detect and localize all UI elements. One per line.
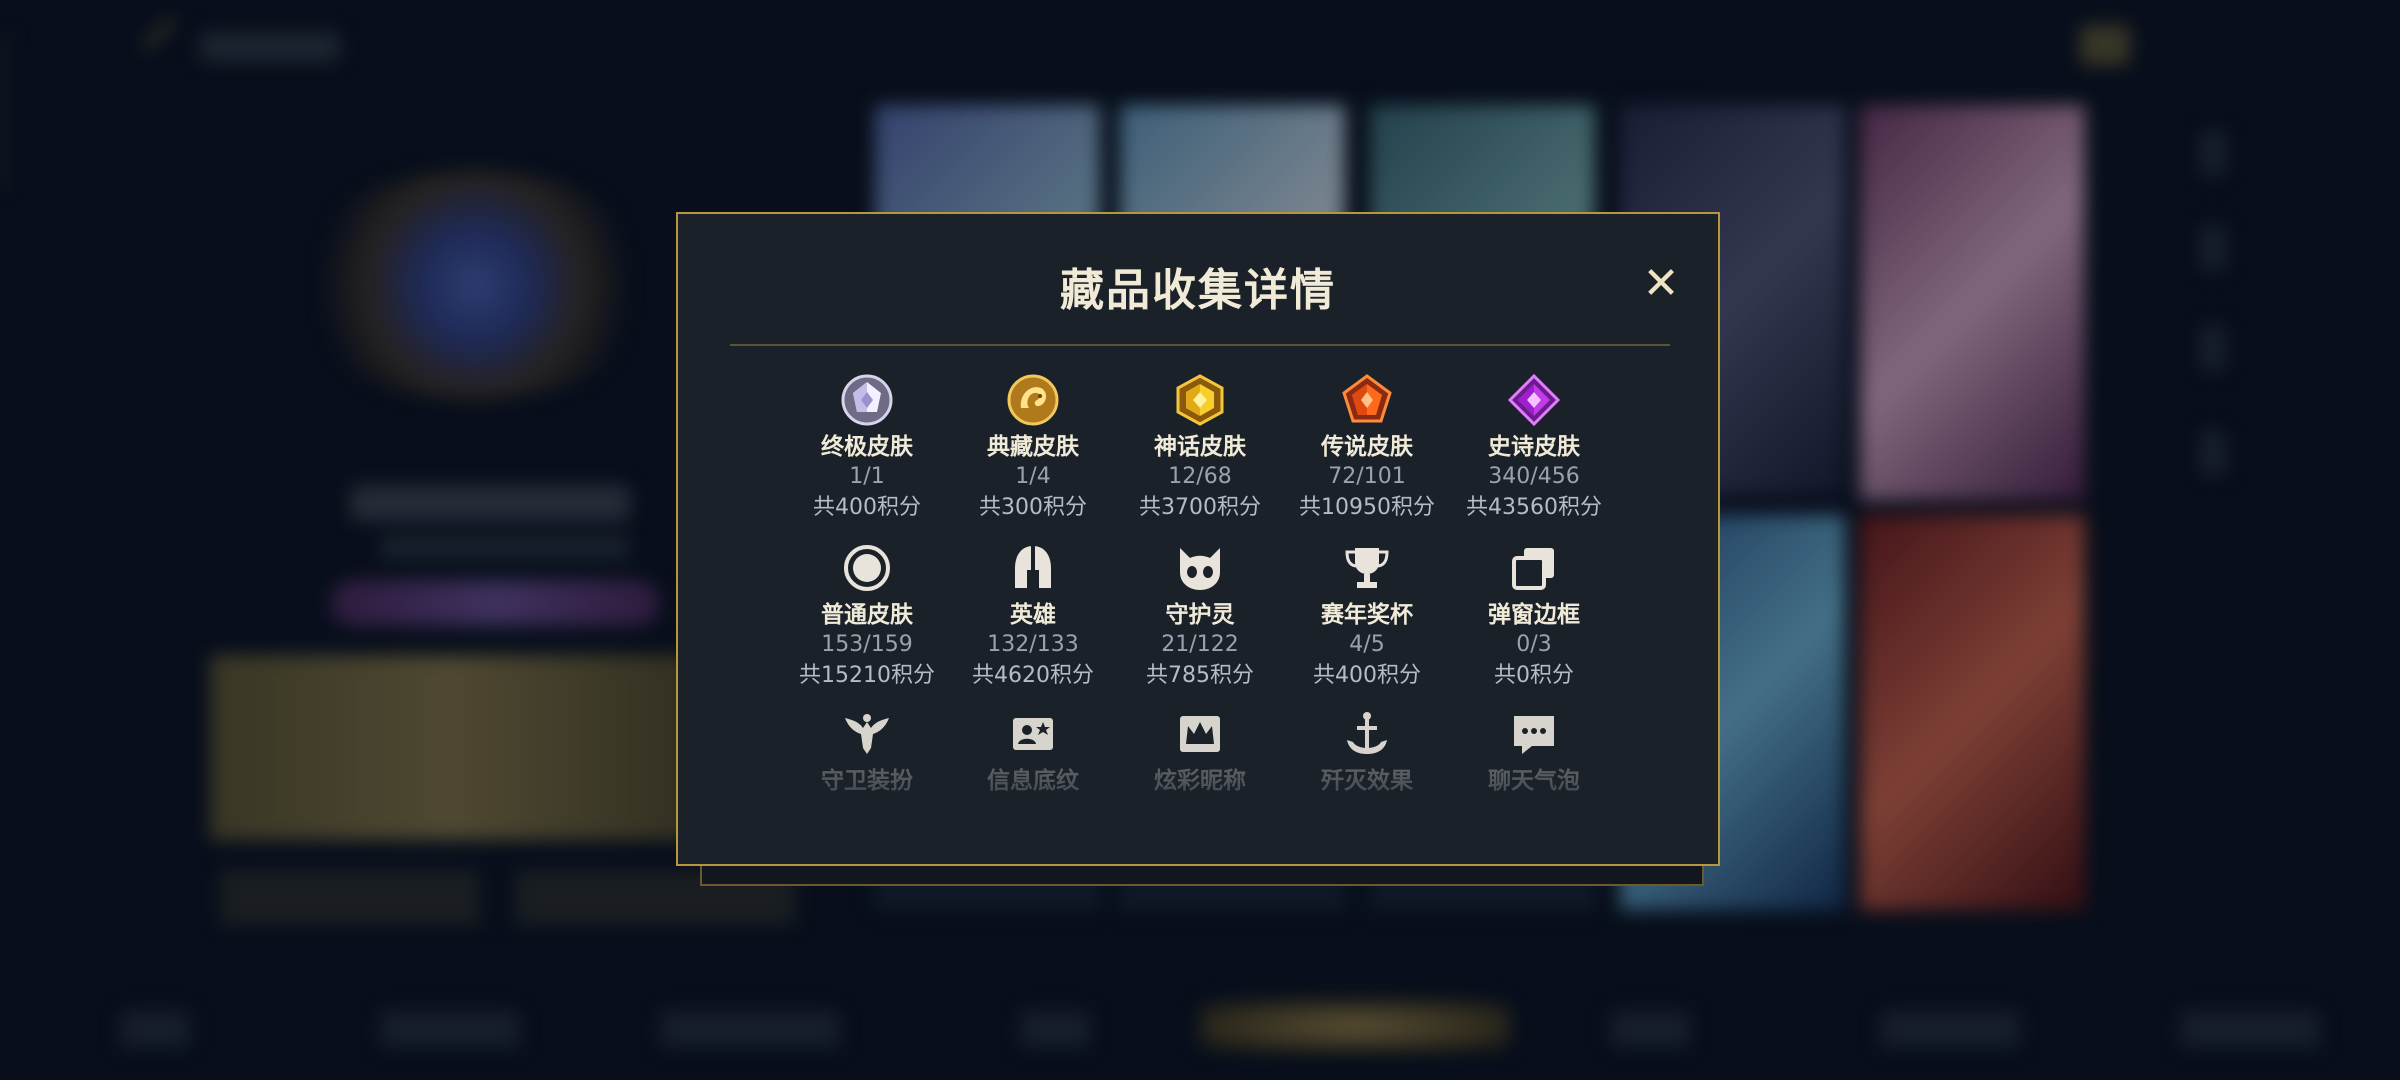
- collection-item-epic-skin[interactable]: 史诗皮肤 340/456 共43560积分: [1434, 374, 1634, 524]
- item-count: 340/456: [1488, 464, 1580, 489]
- chat-bubble-icon: [1514, 716, 1554, 754]
- collection-item-popup-frame[interactable]: 弹窗边框 0/3 共0积分: [1434, 542, 1634, 692]
- popup-frame-icon: [1512, 548, 1554, 590]
- item-score: 共0积分: [1494, 663, 1574, 688]
- colorful-nickname-crown-icon: [1180, 716, 1220, 752]
- ultimate-skin-gem-icon: [841, 374, 893, 426]
- normal-skin-ring-icon: [844, 545, 890, 591]
- season-trophy-icon: [1345, 548, 1389, 588]
- info-card-icon: [1013, 718, 1053, 750]
- legendary-skin-gem-icon: [1342, 374, 1392, 423]
- ward-skin-icon: [845, 714, 889, 754]
- mythic-skin-gem-icon: [1176, 374, 1224, 426]
- guardian-spirit-icon: [1180, 548, 1220, 590]
- epic-skin-gem-icon: [1508, 374, 1560, 426]
- collector-skin-dragon-icon: [1007, 374, 1059, 426]
- elimination-effect-anchor-icon: [1347, 712, 1387, 754]
- item-score: 共43560积分: [1466, 495, 1602, 520]
- collection-details-dialog: 藏品收集详情 ✕ 终极皮肤 1/1 共400积分 典藏皮肤 1/4 共300积分: [676, 212, 1720, 866]
- scroll-fade: [678, 774, 1718, 824]
- item-count: 0/3: [1516, 632, 1552, 657]
- item-label: 史诗皮肤: [1488, 434, 1580, 460]
- hero-helmet-icon: [1015, 546, 1051, 588]
- collection-grid: 终极皮肤 1/1 共400积分 典藏皮肤 1/4 共300积分 神话皮肤 12/…: [678, 214, 1718, 864]
- item-label: 弹窗边框: [1488, 602, 1580, 628]
